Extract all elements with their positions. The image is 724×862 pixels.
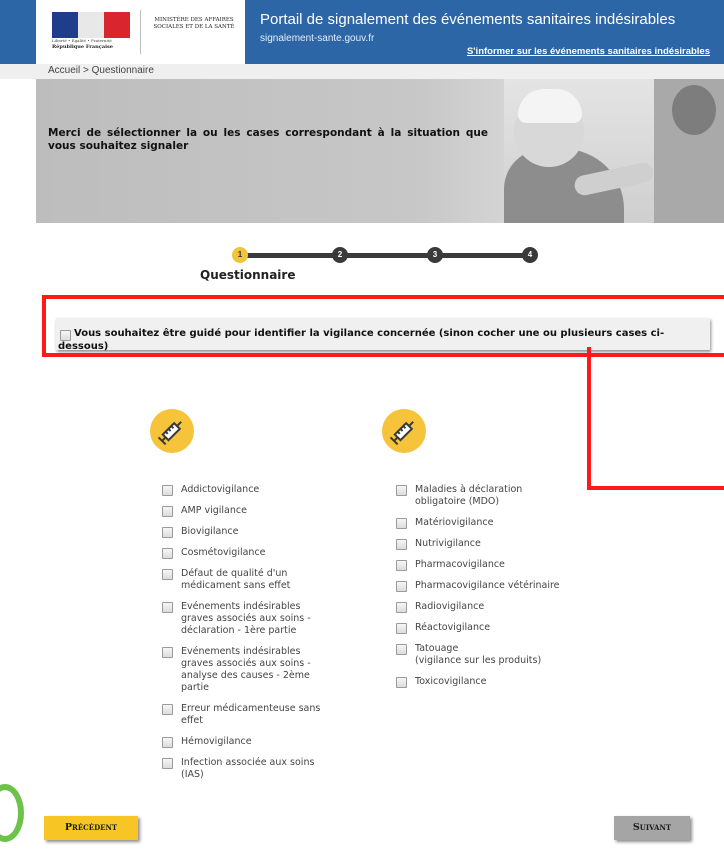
- list-item: Tatouage (vigilance sur les produits): [396, 643, 606, 667]
- list-item: Addictovigilance: [162, 484, 358, 496]
- breadcrumb-text[interactable]: Accueil > Questionnaire: [48, 65, 154, 76]
- list-item: Infection associée aux soins (IAS): [162, 757, 358, 781]
- vigilance-label[interactable]: AMP vigilance: [162, 505, 358, 517]
- decorative-ring: [0, 784, 24, 842]
- list-item: Défaut de qualité d'un médicament sans e…: [162, 568, 358, 592]
- breadcrumb: Accueil > Questionnaire: [0, 64, 724, 79]
- site-header: Liberté • Égalité • Fraternité Républiqu…: [0, 0, 724, 64]
- government-logo[interactable]: Liberté • Égalité • Fraternité Républiqu…: [36, 0, 245, 64]
- vigilance-label[interactable]: Radiovigilance: [396, 601, 606, 613]
- vigilance-checkbox[interactable]: [162, 569, 173, 580]
- list-item: Pharmacovigilance: [396, 559, 606, 571]
- vigilance-checkbox[interactable]: [162, 647, 173, 658]
- list-item: Biovigilance: [162, 526, 358, 538]
- step-4: 4: [522, 247, 538, 263]
- list-item: Cosmétovigilance: [162, 547, 358, 559]
- vigilance-label[interactable]: Matériovigilance: [396, 517, 606, 529]
- vigilance-checkbox[interactable]: [396, 602, 407, 613]
- vigilance-checkbox[interactable]: [396, 623, 407, 634]
- vigilance-list-right: Maladies à déclaration obligatoire (MDO)…: [396, 484, 606, 697]
- vigilance-checkbox[interactable]: [396, 539, 407, 550]
- vigilance-label[interactable]: Evénements indésirables graves associés …: [162, 646, 358, 694]
- highlight-connector-vertical: [587, 347, 591, 490]
- progress-stepper: 1 2 3 4: [232, 245, 542, 265]
- republique-francaise-label: République Française: [52, 44, 113, 50]
- vigilance-label[interactable]: Erreur médicamenteuse sans effet: [162, 703, 358, 727]
- list-item: AMP vigilance: [162, 505, 358, 517]
- vigilance-label[interactable]: Pharmacovigilance: [396, 559, 606, 571]
- vigilance-label[interactable]: Tatouage (vigilance sur les produits): [396, 643, 606, 667]
- vigilance-label[interactable]: Cosmétovigilance: [162, 547, 358, 559]
- list-item: Pharmacovigilance vétérinaire: [396, 580, 606, 592]
- step-2: 2: [332, 247, 348, 263]
- vigilance-checkbox[interactable]: [396, 677, 407, 688]
- portal-title: Portail de signalement des événements sa…: [260, 11, 676, 28]
- step-3: 3: [427, 247, 443, 263]
- list-item: Nutrivigilance: [396, 538, 606, 550]
- vigilance-checkbox[interactable]: [396, 518, 407, 529]
- highlight-connector-horizontal: [587, 486, 724, 490]
- vigilance-checkbox[interactable]: [162, 737, 173, 748]
- step-1: 1: [232, 247, 248, 263]
- syringe-icon: [150, 409, 194, 453]
- list-item: Erreur médicamenteuse sans effet: [162, 703, 358, 727]
- vigilance-checkbox[interactable]: [396, 644, 407, 655]
- previous-button[interactable]: Précédent: [44, 816, 138, 840]
- vigilance-checkbox[interactable]: [162, 602, 173, 613]
- vigilance-checkbox[interactable]: [162, 485, 173, 496]
- intro-banner: Merci de sélectionner la ou les cases co…: [36, 79, 724, 223]
- portal-url: signalement-sante.gouv.fr: [260, 33, 375, 44]
- syringe-icon: [382, 409, 426, 453]
- vigilance-label[interactable]: Toxicovigilance: [396, 676, 606, 688]
- info-link[interactable]: S'informer sur les événements sanitaires…: [467, 46, 710, 57]
- banner-photo: [504, 79, 724, 223]
- list-item: Evénements indésirables graves associés …: [162, 646, 358, 694]
- vigilance-label[interactable]: Infection associée aux soins (IAS): [162, 757, 358, 781]
- vigilance-label[interactable]: Réactovigilance: [396, 622, 606, 634]
- vigilance-checkbox[interactable]: [162, 506, 173, 517]
- vigilance-label[interactable]: Pharmacovigilance vétérinaire: [396, 580, 606, 592]
- list-item: Radiovigilance: [396, 601, 606, 613]
- list-item: Maladies à déclaration obligatoire (MDO): [396, 484, 606, 508]
- list-item: Réactovigilance: [396, 622, 606, 634]
- list-item: Toxicovigilance: [396, 676, 606, 688]
- vigilance-checkbox[interactable]: [396, 560, 407, 571]
- next-button[interactable]: Suivant: [614, 816, 690, 840]
- vigilance-label[interactable]: Maladies à déclaration obligatoire (MDO): [396, 484, 606, 508]
- vigilance-label[interactable]: Evénements indésirables graves associés …: [162, 601, 358, 637]
- vigilance-label[interactable]: Nutrivigilance: [396, 538, 606, 550]
- highlight-box: [42, 295, 724, 357]
- vigilance-label[interactable]: Hémovigilance: [162, 736, 358, 748]
- vigilance-label[interactable]: Défaut de qualité d'un médicament sans e…: [162, 568, 358, 592]
- vigilance-checkbox[interactable]: [162, 758, 173, 769]
- vigilance-checkbox[interactable]: [396, 485, 407, 496]
- stepper-line: [246, 253, 530, 258]
- logo-divider: [140, 10, 141, 54]
- list-item: Evénements indésirables graves associés …: [162, 601, 358, 637]
- current-step-label: Questionnaire: [200, 268, 296, 282]
- republique-motto: Liberté • Égalité • Fraternité: [52, 38, 112, 43]
- list-item: Matériovigilance: [396, 517, 606, 529]
- vigilance-label[interactable]: Addictovigilance: [162, 484, 358, 496]
- vigilance-checkbox[interactable]: [162, 548, 173, 559]
- vigilance-checkbox[interactable]: [162, 704, 173, 715]
- vigilance-label[interactable]: Biovigilance: [162, 526, 358, 538]
- vigilance-list-left: Addictovigilance AMP vigilance Biovigila…: [162, 484, 358, 790]
- vigilance-checkbox[interactable]: [162, 527, 173, 538]
- vigilance-checkbox[interactable]: [396, 581, 407, 592]
- list-item: Hémovigilance: [162, 736, 358, 748]
- banner-instructions: Merci de sélectionner la ou les cases co…: [48, 127, 488, 152]
- ministry-name: Ministère des Affaires Sociales et de la…: [153, 17, 235, 30]
